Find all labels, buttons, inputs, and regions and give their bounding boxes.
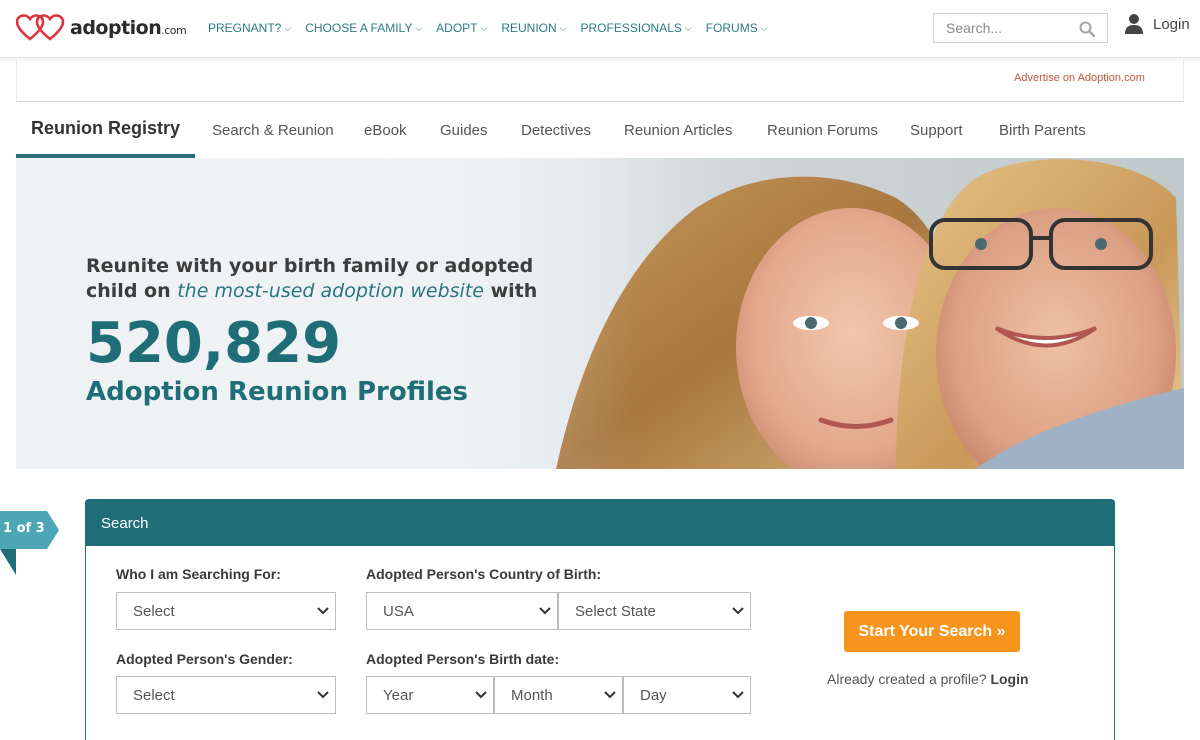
- nav-item-forums[interactable]: FORUMS ⌵: [706, 21, 768, 35]
- chevron-down-icon: ⌵: [415, 22, 423, 33]
- hero-banner: Reunite with your birth family or adopte…: [16, 158, 1184, 469]
- nav-item-reunion[interactable]: REUNION ⌵: [501, 21, 566, 35]
- login-label: Login: [1153, 15, 1190, 33]
- who-select[interactable]: Select: [116, 592, 336, 630]
- birthdate-label: Adopted Person's Birth date:: [366, 651, 560, 667]
- ad-area: [16, 58, 1184, 101]
- birth-year-select[interactable]: Year: [366, 676, 494, 714]
- reunion-subnav: Reunion Registry Search & Reunion eBook …: [16, 102, 1184, 158]
- search-icon[interactable]: [1079, 21, 1095, 37]
- chevron-down-icon: ⌵: [760, 22, 768, 33]
- country-label: Adopted Person's Country of Birth:: [366, 566, 602, 582]
- gender-select[interactable]: Select: [116, 676, 336, 714]
- chevron-down-icon: ⌵: [559, 22, 567, 33]
- main-nav: PREGNANT? ⌵ CHOOSE A FAMILY ⌵ ADOPT ⌵ REUNI…: [208, 21, 782, 35]
- nav-item-professionals[interactable]: PROFESSIONALS ⌵: [581, 21, 692, 35]
- hero-text: Reunite with your birth family or adopte…: [86, 254, 537, 408]
- chevron-down-icon: [317, 691, 329, 699]
- chevron-down-icon: [732, 691, 744, 699]
- tab-detectives[interactable]: Detectives: [521, 102, 591, 158]
- search-input[interactable]: [934, 14, 1074, 42]
- chevron-down-icon: ⌵: [284, 22, 292, 33]
- tab-guides[interactable]: Guides: [440, 102, 488, 158]
- tab-reunion-articles[interactable]: Reunion Articles: [624, 102, 732, 158]
- tab-birth-parents[interactable]: Birth Parents: [999, 102, 1086, 158]
- state-select[interactable]: Select State: [558, 592, 751, 630]
- search-panel-title: Search: [86, 500, 1114, 546]
- site-logo[interactable]: adoption.com: [16, 12, 187, 44]
- chevron-down-icon: [539, 607, 551, 615]
- chevron-down-icon: [317, 607, 329, 615]
- nav-item-pregnant[interactable]: PREGNANT? ⌵: [208, 21, 291, 35]
- tab-reunion-forums[interactable]: Reunion Forums: [767, 102, 878, 158]
- birth-month-select[interactable]: Month: [494, 676, 623, 714]
- profile-login-link[interactable]: Login: [990, 671, 1028, 687]
- step-badge: 1 of 3: [0, 511, 60, 575]
- country-select[interactable]: USA: [366, 592, 558, 630]
- nav-item-adopt[interactable]: ADOPT ⌵: [436, 21, 487, 35]
- chevron-down-icon: [475, 691, 487, 699]
- hero-headline-line-2: child on the most-used adoption website …: [86, 280, 538, 302]
- tab-reunion-registry[interactable]: Reunion Registry: [16, 102, 196, 158]
- user-icon: [1125, 14, 1143, 34]
- tab-ebook[interactable]: eBook: [364, 102, 407, 158]
- logo-text: adoption.com: [70, 17, 187, 39]
- birth-day-select[interactable]: Day: [623, 676, 751, 714]
- start-search-button[interactable]: Start Your Search »: [844, 611, 1020, 652]
- hero-headline-line-1: Reunite with your birth family or adopte…: [86, 255, 534, 277]
- tab-search-reunion[interactable]: Search & Reunion: [212, 102, 334, 158]
- nav-item-choose-a-family[interactable]: CHOOSE A FAMILY ⌵: [305, 21, 422, 35]
- chevron-down-icon: ⌵: [480, 22, 488, 33]
- gender-label: Adopted Person's Gender:: [116, 651, 293, 667]
- chevron-down-icon: [604, 691, 616, 699]
- who-label: Who I am Searching For:: [116, 566, 281, 582]
- chevron-down-icon: [732, 607, 744, 615]
- hero-subtitle: Adoption Reunion Profiles: [86, 377, 469, 407]
- profile-count: 520,829: [86, 311, 342, 376]
- login-link[interactable]: Login: [1125, 13, 1190, 35]
- hearts-logo-icon: [16, 14, 65, 41]
- advertise-link[interactable]: Advertise on Adoption.com: [1014, 72, 1145, 84]
- already-profile-text: Already created a profile? Login: [827, 671, 1029, 687]
- tab-support[interactable]: Support: [910, 102, 963, 158]
- top-bar: adoption.com PREGNANT? ⌵ CHOOSE A FAMILY ⌵…: [0, 0, 1200, 58]
- site-search: [933, 13, 1108, 43]
- chevron-down-icon: ⌵: [684, 22, 692, 33]
